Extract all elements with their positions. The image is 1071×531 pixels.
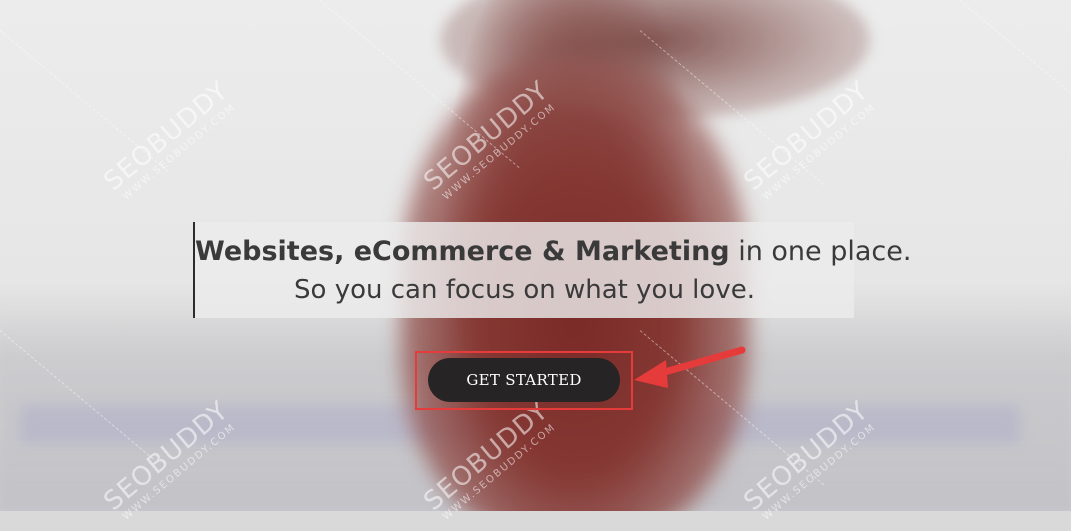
- headline-line-1: Websites, eCommerce & Marketing in one p…: [195, 235, 911, 269]
- hero-headline: Websites, eCommerce & Marketing in one p…: [193, 222, 911, 318]
- headline-regular-text: in one place.: [729, 236, 912, 267]
- red-arrow-icon: [634, 346, 746, 388]
- headline-bold-text: Websites, eCommerce & Marketing: [195, 236, 730, 267]
- headline-subline: So you can focus on what you love.: [294, 275, 755, 305]
- get-started-button[interactable]: GET STARTED: [428, 358, 620, 402]
